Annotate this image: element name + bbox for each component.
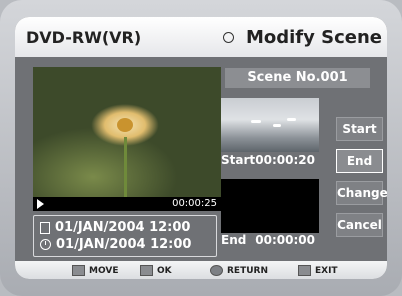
footer-return-label: RETURN	[227, 265, 268, 276]
footer-exit-label: EXIT	[315, 265, 338, 276]
play-icon	[37, 199, 44, 209]
start-button[interactable]: Start	[336, 117, 383, 141]
footer-ok-label: OK	[157, 265, 172, 276]
document-icon	[40, 221, 50, 234]
screen-title: Modify Scene	[222, 27, 382, 48]
footer-ok: OK	[140, 265, 172, 276]
playback-time: 00:00:25	[172, 198, 217, 209]
recorded-date-row: 01/JAN/2004 12:00	[40, 220, 190, 235]
footer-return: RETURN	[210, 265, 268, 276]
clock-icon	[40, 239, 51, 250]
start-thumbnail	[221, 98, 319, 152]
start-time: 00:00:20	[255, 153, 315, 167]
start-info: Start 00:00:20	[221, 153, 319, 167]
recorded-date: 01/JAN/2004 12:00	[55, 220, 191, 235]
footer-help-bar: MOVE OK RETURN EXIT	[15, 261, 387, 279]
time-date: 01/JAN/2004 12:00	[56, 237, 192, 252]
playback-bar: 00:00:25	[33, 197, 221, 211]
footer-move: MOVE	[72, 265, 118, 276]
modify-scene-panel: DVD-RW(VR) Modify Scene 00:00:25 01/JAN/…	[15, 17, 387, 279]
screen-title-text: Modify Scene	[245, 27, 382, 48]
end-label: End	[221, 233, 247, 247]
video-preview	[33, 67, 221, 197]
bird	[273, 124, 281, 127]
return-icon	[210, 265, 223, 276]
bird	[251, 120, 261, 123]
radio-icon	[222, 32, 234, 43]
start-label: Start	[221, 153, 256, 167]
flower-center	[117, 118, 133, 132]
footer-move-label: MOVE	[89, 265, 119, 276]
recording-info-box: 01/JAN/2004 12:00 01/JAN/2004 12:00	[33, 215, 217, 257]
cancel-button[interactable]: Cancel	[336, 213, 383, 237]
end-button[interactable]: End	[336, 149, 383, 173]
disc-type-title: DVD-RW(VR)	[26, 28, 142, 47]
move-icon	[72, 265, 85, 276]
ok-icon	[140, 265, 153, 276]
end-info: End 00:00:00	[221, 233, 319, 247]
end-thumbnail	[221, 179, 319, 233]
bird	[287, 118, 296, 121]
exit-icon	[298, 265, 311, 276]
change-button[interactable]: Change	[336, 181, 387, 205]
time-row: 01/JAN/2004 12:00	[40, 237, 191, 252]
scene-number: Scene No.001	[225, 68, 370, 88]
footer-exit: EXIT	[298, 265, 338, 276]
header-bar: DVD-RW(VR) Modify Scene	[15, 17, 387, 57]
flower-stem	[124, 137, 127, 197]
end-time: 00:00:00	[255, 233, 315, 247]
